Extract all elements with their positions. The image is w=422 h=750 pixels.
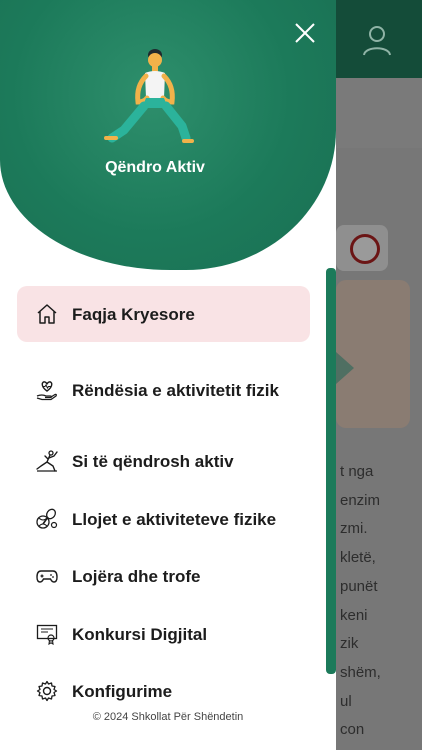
menu-item-settings[interactable]: Konfigurime — [17, 676, 310, 706]
certificate-icon — [36, 623, 58, 645]
gamepad-icon — [36, 565, 58, 587]
content-text: t nga enzim zmi. kletë, punët keni zik s… — [340, 463, 381, 739]
home-icon — [36, 303, 58, 325]
menu-item-label: Rëndësia e aktivitetit fizik — [72, 380, 279, 400]
menu-item-digital-contest[interactable]: Konkursi Digjital — [17, 619, 310, 649]
settings-icon — [36, 680, 58, 702]
menu-item-importance[interactable]: Rëndësia e aktivitetit fizik — [17, 362, 310, 418]
user-icon[interactable] — [362, 24, 392, 56]
drawer-header: Qëndro Aktiv — [0, 0, 336, 270]
menu-item-label: Si të qëndrosh aktiv — [72, 451, 234, 471]
yoga-figure-illustration — [104, 49, 194, 143]
navigation-drawer: Qëndro Aktiv Faqja Kryesore Rëndësia e a… — [0, 0, 336, 750]
menu-item-label: Konkursi Digjital — [72, 624, 208, 644]
card-logo — [350, 234, 380, 264]
menu-item-label: Llojet e aktiviteteve fizike — [72, 509, 277, 529]
menu-item-label: Faqja Kryesore — [72, 304, 195, 324]
drawer-scrollbar[interactable] — [326, 268, 336, 674]
copyright-text: © 2024 Shkollat Për Shëndetin — [92, 711, 244, 723]
close-icon[interactable] — [292, 20, 318, 46]
menu-item-home[interactable]: Faqja Kryesore — [17, 286, 310, 342]
carousel-arrow-icon — [336, 352, 354, 384]
menu-item-activity-types[interactable]: Llojet e aktiviteteve fizike — [17, 504, 310, 534]
heart-hand-icon — [36, 379, 58, 401]
stretching-icon — [36, 450, 58, 472]
app-title: Qëndro Aktiv — [105, 159, 205, 176]
menu-item-stay-active[interactable]: Si të qëndrosh aktiv — [17, 446, 310, 476]
menu-item-games[interactable]: Lojëra dhe trofe — [17, 561, 310, 591]
menu-item-label: Konfigurime — [72, 681, 173, 701]
menu-item-label: Lojëra dhe trofe — [72, 566, 201, 586]
sports-icon — [36, 508, 58, 530]
